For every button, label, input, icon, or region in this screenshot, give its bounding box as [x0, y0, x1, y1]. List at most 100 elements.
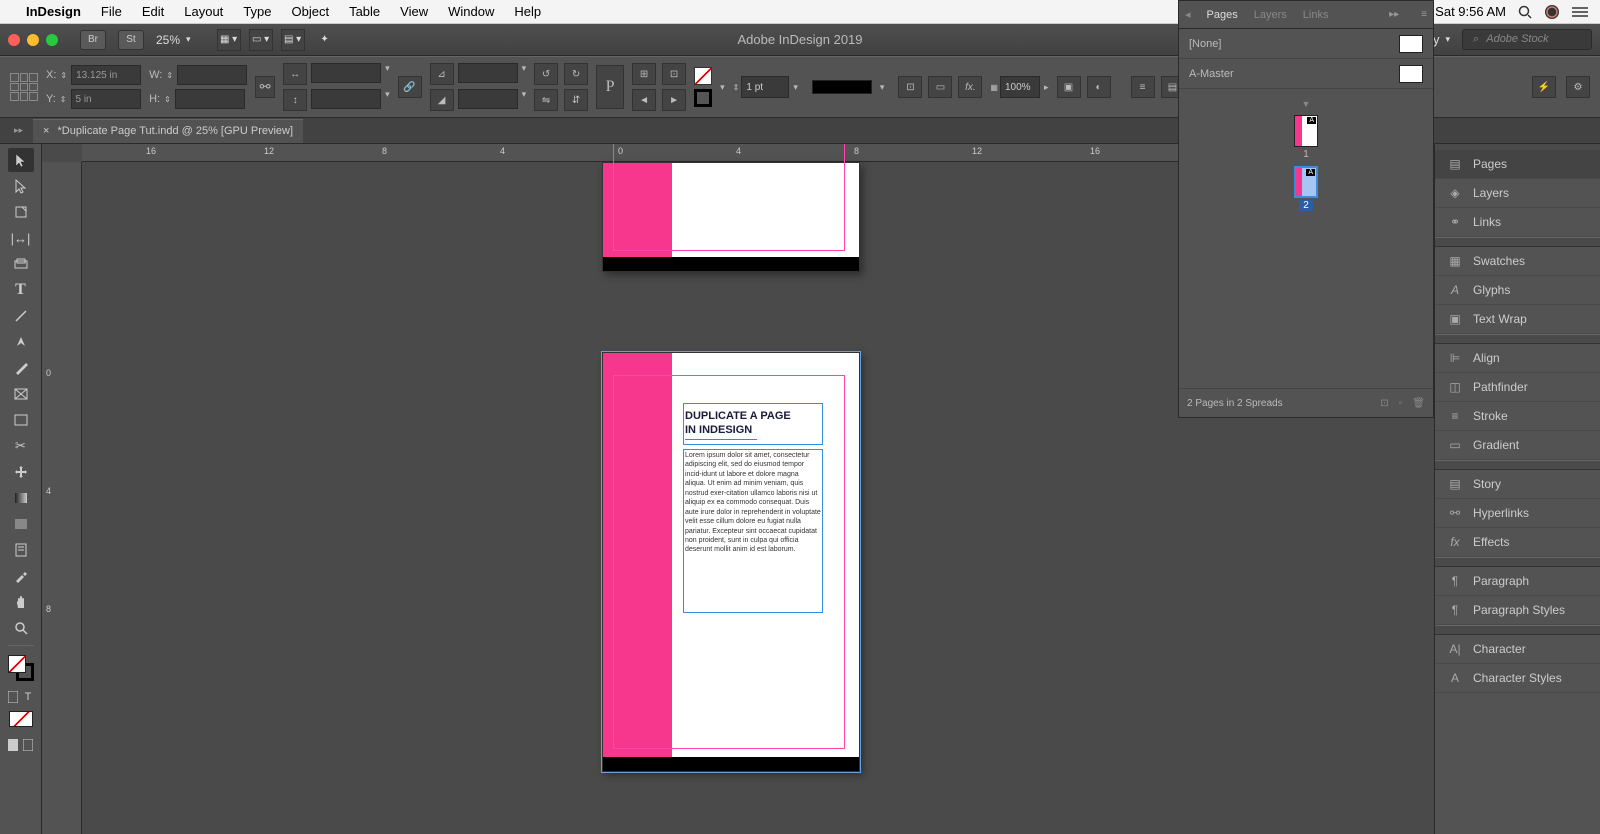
dock-layers[interactable]: ◈Layers — [1435, 179, 1600, 208]
fill-stroke[interactable] — [8, 655, 34, 681]
dock-story[interactable]: ▤Story — [1435, 470, 1600, 499]
formatting-container-icon[interactable] — [7, 689, 20, 705]
tab-layers[interactable]: Layers — [1254, 9, 1287, 21]
stroke-swatch[interactable] — [694, 89, 712, 107]
rotate-input[interactable] — [458, 63, 518, 83]
window-controls[interactable] — [8, 34, 58, 46]
screen-mode-icon[interactable]: ▭ ▾ — [249, 29, 273, 51]
note-tool[interactable] — [8, 538, 34, 562]
dock-gradient[interactable]: ▭Gradient — [1435, 431, 1600, 460]
rectangle-frame-tool[interactable] — [8, 382, 34, 406]
menu-layout[interactable]: Layout — [184, 4, 223, 19]
master-none[interactable]: [None] — [1179, 29, 1433, 59]
page-2[interactable]: DUPLICATE A PAGE IN INDESIGN Lorem ipsum… — [602, 352, 860, 772]
pen-tool[interactable] — [8, 330, 34, 354]
menu-extras-icon[interactable] — [1572, 6, 1588, 18]
new-page-icon[interactable]: ▫ — [1399, 398, 1403, 409]
scale-y-input[interactable] — [311, 89, 381, 109]
gpu-icon[interactable]: ✦ — [313, 29, 337, 51]
menu-app[interactable]: InDesign — [26, 4, 81, 19]
auto-fit-icon[interactable]: ⊡ — [898, 76, 922, 98]
dock-textwrap[interactable]: ▣Text Wrap — [1435, 305, 1600, 334]
page-thumb-2[interactable]: A 2 — [1294, 166, 1318, 211]
zoom-tool[interactable] — [8, 616, 34, 640]
menu-type[interactable]: Type — [243, 4, 271, 19]
shear-icon[interactable]: ◢ — [430, 89, 454, 111]
page-tool[interactable] — [8, 200, 34, 224]
drop-shadow-icon[interactable]: ▣ — [1057, 76, 1081, 98]
reference-point[interactable] — [10, 73, 38, 101]
minimize-window[interactable] — [27, 34, 39, 46]
tab-pages[interactable]: Pages — [1207, 9, 1238, 21]
scale-x-icon[interactable]: ↔ — [283, 63, 307, 85]
dock-links[interactable]: ⚭Links — [1435, 208, 1600, 237]
panel-collapse-icon[interactable]: ◂ — [1185, 8, 1191, 21]
stroke-weight[interactable]: ⇕▾ — [733, 76, 798, 98]
close-tab-icon[interactable]: × — [43, 125, 49, 137]
x-input[interactable] — [71, 65, 141, 85]
panel-menu-chevrons[interactable]: ▸▸ — [1389, 9, 1399, 20]
scale-x-input[interactable] — [311, 63, 381, 83]
menu-object[interactable]: Object — [292, 4, 330, 19]
menu-edit[interactable]: Edit — [142, 4, 164, 19]
menu-table[interactable]: Table — [349, 4, 380, 19]
preview-icon[interactable] — [22, 733, 35, 757]
page-thumb-1[interactable]: A 1 — [1294, 115, 1318, 160]
fill-swatch[interactable] — [694, 67, 712, 85]
scissors-tool[interactable]: ✂ — [8, 434, 34, 458]
settings-icon[interactable]: ⚙ — [1566, 76, 1590, 98]
tab-links[interactable]: Links — [1303, 9, 1329, 21]
menu-help[interactable]: Help — [514, 4, 541, 19]
select-prev-icon[interactable]: ◄ — [632, 89, 656, 111]
normal-view-icon[interactable] — [7, 733, 20, 757]
rectangle-tool[interactable] — [8, 408, 34, 432]
page-1[interactable] — [602, 162, 860, 272]
siri-icon[interactable] — [1544, 4, 1560, 20]
document-tab[interactable]: × *Duplicate Page Tut.indd @ 25% [GPU Pr… — [33, 119, 303, 143]
adobe-stock-search[interactable]: ⌕ Adobe Stock — [1462, 29, 1592, 50]
default-fill-stroke[interactable] — [9, 711, 33, 727]
quick-apply-icon[interactable]: ⚡ — [1532, 76, 1556, 98]
opacity-input[interactable] — [1000, 76, 1040, 98]
rotate-ccw-icon[interactable]: ↺ — [534, 63, 558, 85]
dock-swatches[interactable]: ▦Swatches — [1435, 247, 1600, 276]
zoom-dropdown[interactable]: 25% ▾ — [156, 33, 191, 47]
pencil-tool[interactable] — [8, 356, 34, 380]
dock-character[interactable]: A|Character — [1435, 635, 1600, 664]
selection-tool[interactable] — [8, 148, 34, 172]
direct-selection-tool[interactable] — [8, 174, 34, 198]
menu-file[interactable]: File — [101, 4, 122, 19]
select-next-icon[interactable]: ► — [662, 89, 686, 111]
select-content-icon[interactable]: ⊡ — [662, 63, 686, 85]
dock-stroke[interactable]: ≡Stroke — [1435, 402, 1600, 431]
opacity-field[interactable]: ▦▸ — [990, 76, 1048, 98]
scale-y-icon[interactable]: ↕ — [283, 89, 307, 111]
fx-icon[interactable]: fx. — [958, 76, 982, 98]
gradient-swatch-tool[interactable] — [8, 486, 34, 510]
select-container-icon[interactable]: ⊞ — [632, 63, 656, 85]
w-input[interactable] — [177, 65, 247, 85]
master-a[interactable]: A-Master — [1179, 59, 1433, 89]
flip-v-icon[interactable]: ⇵ — [564, 89, 588, 111]
dock-paragraph[interactable]: ¶Paragraph — [1435, 567, 1600, 596]
line-tool[interactable] — [8, 304, 34, 328]
gap-tool[interactable]: |↔| — [8, 226, 34, 250]
stroke-style[interactable] — [812, 80, 872, 94]
dock-pages[interactable]: ▤Pages — [1435, 150, 1600, 179]
opacity-icon[interactable]: ◐ — [1087, 76, 1111, 98]
delete-page-icon[interactable]: 🗑 — [1412, 398, 1425, 409]
frame-fit-icon[interactable]: ▭ — [928, 76, 952, 98]
hand-tool[interactable] — [8, 590, 34, 614]
dock-character-styles[interactable]: ACharacter Styles — [1435, 664, 1600, 693]
shear-input[interactable] — [458, 89, 518, 109]
panel-menu-icon[interactable]: ≡ — [1421, 9, 1427, 20]
dock-hyperlinks[interactable]: ⚯Hyperlinks — [1435, 499, 1600, 528]
flip-h-icon[interactable]: ⇋ — [534, 89, 558, 111]
maximize-window[interactable] — [46, 34, 58, 46]
y-input[interactable] — [71, 89, 141, 109]
dock-pathfinder[interactable]: ◫Pathfinder — [1435, 373, 1600, 402]
spotlight-icon[interactable] — [1518, 5, 1532, 19]
rotate-icon[interactable]: ⊿ — [430, 63, 454, 85]
stock-button[interactable]: St — [118, 30, 144, 50]
close-window[interactable] — [8, 34, 20, 46]
